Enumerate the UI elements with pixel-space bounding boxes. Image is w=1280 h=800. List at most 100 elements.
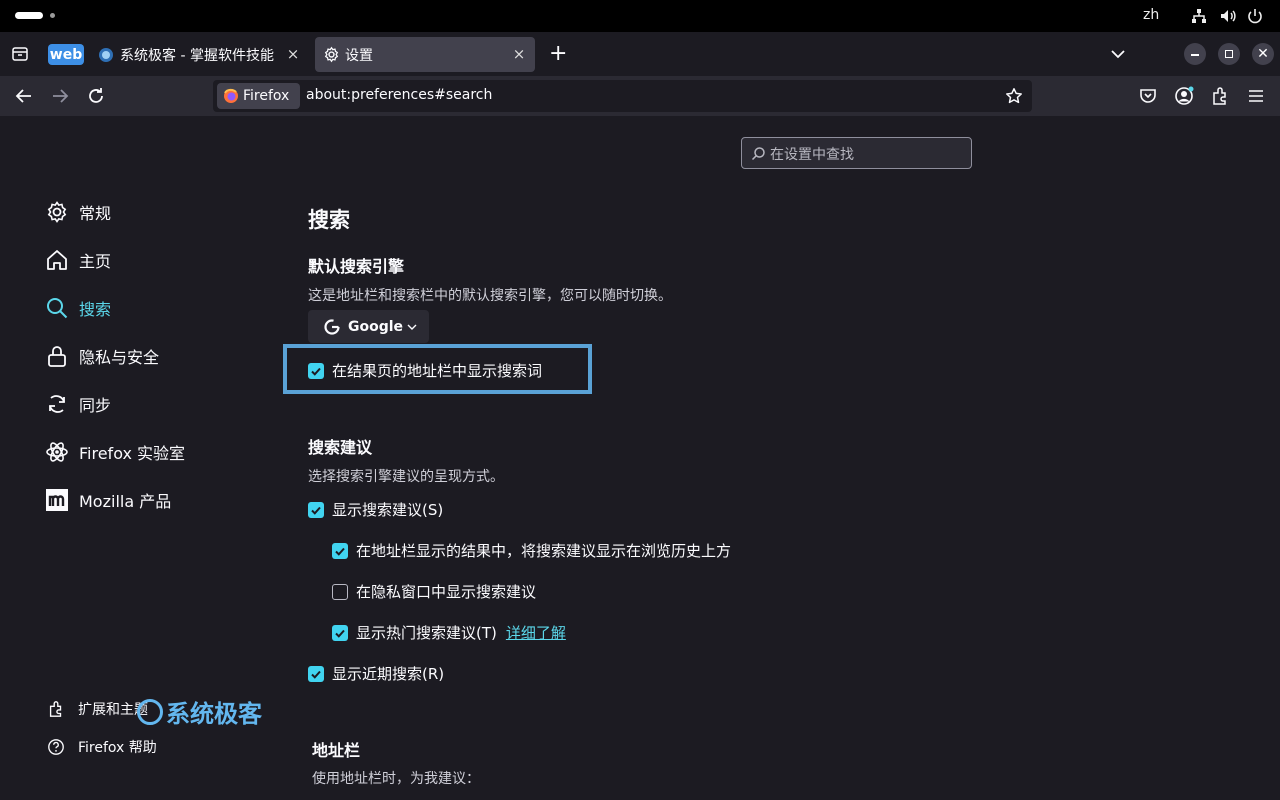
workspace-indicator-active[interactable]: [15, 12, 43, 19]
checkbox-checked[interactable]: [308, 362, 324, 379]
section-heading-suggestions: 搜索建议: [308, 438, 373, 457]
close-tab-icon[interactable]: ×: [511, 45, 527, 63]
trending-suggestions-checkbox[interactable]: 显示热门搜索建议(T) 详细了解: [332, 622, 566, 643]
workspace-indicator-dot[interactable]: [50, 13, 55, 18]
sidebar-item-search[interactable]: 搜索: [45, 293, 111, 323]
close-tab-icon[interactable]: ×: [285, 45, 301, 63]
checkbox-label: 在隐私窗口中显示搜索建议: [356, 583, 537, 601]
watermark-logo-icon: [137, 698, 163, 725]
show-search-terms-checkbox[interactable]: 在结果页的地址栏中显示搜索词: [308, 360, 542, 381]
checkbox-label: 显示搜索建议(S): [332, 501, 444, 519]
check-icon: [335, 547, 345, 556]
tab-settings[interactable]: 设置 ×: [315, 37, 535, 72]
checkbox-checked[interactable]: [308, 501, 324, 518]
learn-more-link[interactable]: 详细了解: [506, 622, 566, 643]
default-engine-dropdown[interactable]: Google: [308, 310, 429, 343]
reload-icon[interactable]: [86, 86, 106, 106]
network-icon[interactable]: [1190, 7, 1208, 25]
watermark-logo: 系统极客: [137, 694, 262, 729]
sidebar-item-mozilla[interactable]: Mozilla 产品: [45, 485, 171, 515]
back-icon[interactable]: [14, 86, 34, 106]
suggestions-above-history-checkbox[interactable]: 在地址栏显示的结果中，将搜索建议显示在浏览历史上方: [332, 540, 731, 561]
url-text[interactable]: about:preferences#search: [306, 87, 492, 103]
tab-strip: web 系统极客 - 掌握软件技能 × 设置 × + ✕: [0, 32, 1280, 76]
sidebar-item-label: Mozilla 产品: [79, 492, 172, 511]
section-heading-default-engine: 默认搜索引擎: [308, 257, 405, 276]
extensions-icon[interactable]: [1210, 86, 1230, 106]
web-badge: web: [48, 44, 84, 65]
search-placeholder: 在设置中查找: [770, 147, 854, 163]
firefox-logo-icon: [224, 88, 238, 103]
chevron-down-icon: [407, 324, 417, 330]
puzzle-icon: [49, 701, 62, 717]
home-icon: [47, 250, 67, 270]
power-icon[interactable]: [1246, 7, 1264, 25]
sidebar-item-label: 常规: [79, 204, 112, 223]
sidebar-item-label: 同步: [79, 396, 112, 415]
pocket-icon[interactable]: [1138, 86, 1158, 106]
check-icon: [311, 506, 321, 515]
sidebar-item-sync[interactable]: 同步: [45, 389, 111, 419]
sidebar-item-privacy[interactable]: 隐私与安全: [45, 341, 159, 371]
input-language-indicator[interactable]: zh: [1143, 7, 1159, 23]
checkbox-unchecked[interactable]: [332, 583, 348, 600]
check-icon: [311, 670, 321, 679]
mozilla-icon: [46, 489, 68, 511]
gear-icon: [324, 46, 339, 63]
recent-searches-checkbox[interactable]: 显示近期搜索(R): [308, 663, 444, 684]
search-icon: [47, 298, 68, 319]
forward-icon[interactable]: [50, 86, 70, 106]
sync-icon: [49, 395, 65, 413]
gear-icon: [47, 201, 67, 223]
section-heading-address-bar: 地址栏: [312, 741, 361, 760]
site-favicon-icon: [99, 48, 113, 62]
help-icon: [48, 739, 64, 755]
watermark-text: 系统极客: [166, 700, 262, 728]
sidebar-link-label: Firefox 帮助: [78, 740, 157, 756]
section-description: 使用地址栏时，为我建议：: [312, 771, 480, 787]
account-icon[interactable]: [1174, 86, 1194, 106]
section-description: 选择搜索引擎建议的呈现方式。: [308, 469, 504, 485]
tab-label: 设置: [345, 48, 373, 64]
checkbox-checked[interactable]: [332, 624, 348, 641]
lock-icon: [48, 346, 66, 367]
sidebar-item-labs[interactable]: Firefox 实验室: [45, 437, 185, 467]
checkbox-label: 显示近期搜索(R): [332, 665, 445, 683]
restore-button[interactable]: [1218, 43, 1240, 65]
google-icon: [324, 318, 340, 335]
minimize-button[interactable]: [1184, 43, 1206, 65]
checkbox-label: 在结果页的地址栏中显示搜索词: [332, 362, 543, 380]
check-icon: [311, 367, 321, 376]
system-top-bar: zh: [0, 0, 1280, 32]
checkbox-label: 在地址栏显示的结果中，将搜索建议显示在浏览历史上方: [356, 542, 732, 560]
sidebar-item-label: 搜索: [79, 300, 112, 319]
sidebar-item-home[interactable]: 主页: [45, 245, 111, 275]
settings-search-input[interactable]: 在设置中查找: [741, 137, 972, 169]
close-window-button[interactable]: ✕: [1252, 43, 1274, 65]
sidebar-item-label: 隐私与安全: [79, 348, 160, 367]
firefox-view-icon[interactable]: [11, 45, 29, 63]
engine-name: Google: [348, 318, 404, 335]
private-window-suggestions-checkbox[interactable]: 在隐私窗口中显示搜索建议: [332, 581, 536, 602]
chevron-down-icon[interactable]: [1109, 45, 1127, 63]
check-icon: [335, 629, 345, 638]
tab-blog[interactable]: web 系统极客 - 掌握软件技能 ×: [46, 37, 309, 72]
new-tab-button[interactable]: +: [549, 41, 567, 66]
show-suggestions-checkbox[interactable]: 显示搜索建议(S): [308, 499, 443, 520]
sidebar-item-label: Firefox 实验室: [79, 444, 186, 463]
url-bar[interactable]: Firefox about:preferences#search: [213, 80, 1032, 112]
sidebar-item-general[interactable]: 常规: [45, 197, 111, 227]
navigation-toolbar: Firefox about:preferences#search: [0, 76, 1280, 116]
menu-icon[interactable]: [1246, 86, 1266, 106]
search-icon: [751, 147, 765, 161]
star-icon[interactable]: [1005, 87, 1023, 105]
volume-icon[interactable]: [1219, 7, 1237, 25]
identity-box[interactable]: Firefox: [217, 83, 300, 109]
checkbox-checked[interactable]: [332, 542, 348, 559]
sidebar-link-extensions[interactable]: 扩展和主题: [47, 699, 148, 719]
atom-icon: [46, 442, 68, 462]
checkbox-checked[interactable]: [308, 665, 324, 682]
identity-label: Firefox: [243, 88, 290, 104]
sidebar-link-help[interactable]: Firefox 帮助: [47, 737, 157, 757]
checkbox-label: 显示热门搜索建议(T): [356, 624, 497, 642]
